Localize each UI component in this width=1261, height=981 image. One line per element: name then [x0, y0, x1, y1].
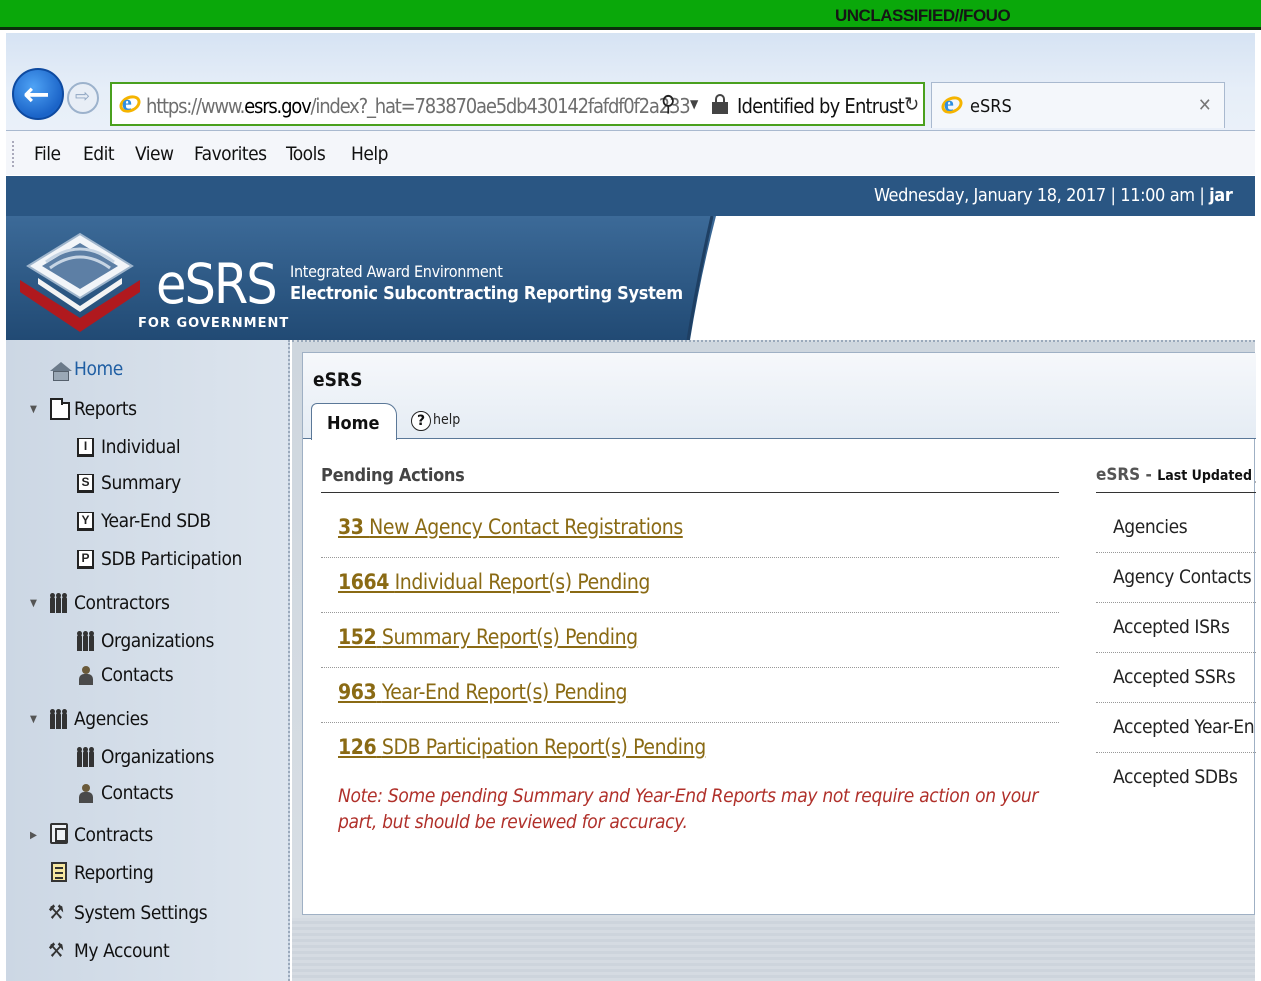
- stat-row: Accepted SSRs: [1096, 653, 1256, 703]
- menu-file[interactable]: File: [34, 143, 61, 165]
- individual-reports-link[interactable]: 1664 Individual Report(s) Pending: [338, 570, 650, 594]
- search-icon[interactable]: ⚲: [661, 92, 676, 117]
- organizations-icon: [77, 631, 94, 652]
- agency-registrations-link[interactable]: 33 New Agency Contact Registrations: [338, 515, 683, 539]
- menu-view[interactable]: View: [135, 143, 174, 165]
- menu-favorites[interactable]: Favorites: [194, 143, 267, 165]
- sidebar-nav: Home ▼ Reports I Individual S Summary Y …: [6, 340, 290, 981]
- back-arrow-icon: ←: [23, 75, 50, 113]
- home-icon: [50, 362, 72, 381]
- yearend-report-icon: Y: [77, 512, 94, 531]
- logo-wordmark: eSRS: [156, 252, 278, 316]
- expanded-arrow-icon[interactable]: ▼: [30, 404, 37, 415]
- organizations-icon: [77, 747, 94, 768]
- stat-row: Accepted Year-En: [1096, 703, 1256, 753]
- summary-reports-link[interactable]: 152 Summary Report(s) Pending: [338, 625, 638, 649]
- nav-agency-organizations[interactable]: Organizations: [101, 746, 214, 768]
- stat-row: Accepted ISRs: [1096, 603, 1256, 653]
- banner-line-2: Electronic Subcontracting Reporting Syst…: [290, 283, 683, 304]
- list-item: 152 Summary Report(s) Pending: [321, 613, 1059, 668]
- list-item: 33 New Agency Contact Registrations: [321, 503, 1059, 558]
- nav-contractor-organizations[interactable]: Organizations: [101, 630, 214, 652]
- banner-line-1: Integrated Award Environment: [290, 262, 503, 281]
- yearend-reports-link[interactable]: 963 Year-End Report(s) Pending: [338, 680, 628, 704]
- tab-title: eSRS: [970, 96, 1012, 117]
- menu-tools[interactable]: Tools: [286, 143, 326, 165]
- pending-actions-heading: Pending Actions: [321, 465, 1059, 493]
- main-bottom-pattern: [292, 918, 1255, 981]
- close-tab-icon[interactable]: ✕: [1198, 95, 1212, 116]
- help-icon: ?: [411, 411, 431, 431]
- summary-report-icon: S: [77, 474, 94, 493]
- expanded-arrow-icon[interactable]: ▼: [30, 714, 37, 725]
- reporting-icon: [51, 862, 67, 882]
- expanded-arrow-icon[interactable]: ▼: [30, 598, 37, 609]
- back-button[interactable]: ←: [12, 68, 64, 120]
- menubar-grip: [12, 141, 14, 167]
- tab-home[interactable]: Home: [311, 403, 397, 440]
- stat-row: Agency Contacts: [1096, 553, 1256, 603]
- site-identity[interactable]: Identified by Entrust: [737, 94, 905, 118]
- nav-agencies[interactable]: Agencies: [74, 708, 149, 730]
- nav-summary[interactable]: Summary: [101, 472, 181, 494]
- nav-reporting[interactable]: Reporting: [74, 862, 154, 884]
- pending-note: Note: Some pending Summary and Year-End …: [338, 785, 1039, 833]
- classification-label: UNCLASSIFIED//FOUO: [835, 6, 1011, 25]
- ie-page-icon: e: [116, 90, 144, 116]
- logo-subtitle: FOR GOVERNMENT: [138, 316, 290, 331]
- sdb-participation-icon: P: [77, 550, 94, 569]
- menu-edit[interactable]: Edit: [83, 143, 115, 165]
- forward-button[interactable]: ⇨: [67, 82, 99, 114]
- list-item: 963 Year-End Report(s) Pending: [321, 668, 1059, 723]
- nav-contracts[interactable]: Contracts: [74, 824, 153, 846]
- nav-contractor-contacts[interactable]: Contacts: [101, 664, 174, 686]
- menu-help[interactable]: Help: [351, 143, 388, 165]
- top-info-strip: Wednesday, January 18, 2017 | 11:00 am |…: [6, 176, 1255, 216]
- contact-icon: [79, 784, 93, 803]
- tools-icon: ⚒: [48, 938, 65, 962]
- address-bar[interactable]: e https://www.esrs.gov/index?_hat=783870…: [110, 82, 925, 126]
- date-time: Wednesday, January 18, 2017 | 11:00 am |…: [874, 185, 1233, 206]
- refresh-icon[interactable]: ↻: [904, 92, 919, 116]
- content-panel: eSRS Home ? help Pending Actions 33 New …: [302, 352, 1256, 915]
- menu-bar: File Edit View Favorites Tools Help: [6, 131, 1255, 175]
- forward-arrow-icon: ⇨: [75, 86, 91, 107]
- list-item: 126 SDB Participation Report(s) Pending: [321, 723, 1059, 778]
- site-banner: eSRS FOR GOVERNMENT Integrated Award Env…: [6, 216, 1255, 340]
- stat-row: Accepted SDBs: [1113, 766, 1238, 788]
- panel-header: eSRS Home ? help: [303, 353, 1256, 440]
- lock-icon[interactable]: [712, 94, 728, 114]
- contracts-icon: [50, 823, 68, 844]
- user-name[interactable]: jar: [1209, 185, 1233, 206]
- nav-my-account[interactable]: My Account: [74, 940, 170, 962]
- individual-report-icon: I: [77, 438, 94, 457]
- contact-icon: [79, 666, 93, 685]
- nav-agency-contacts[interactable]: Contacts: [101, 782, 174, 804]
- screen: UNCLASSIFIED//FOUO ← ⇨ e https://www.esr…: [0, 0, 1261, 981]
- nav-reports[interactable]: Reports: [74, 398, 137, 420]
- sdb-participation-link[interactable]: 126 SDB Participation Report(s) Pending: [338, 735, 706, 759]
- stat-row: Agencies: [1096, 503, 1256, 553]
- nav-individual[interactable]: Individual: [101, 436, 181, 458]
- folder-icon: [50, 398, 70, 420]
- stats-heading: eSRS - Last Updated J: [1096, 465, 1256, 493]
- people-icon: [50, 709, 67, 730]
- tab-ie-icon: e: [938, 91, 966, 117]
- classification-banner: UNCLASSIFIED//FOUO: [0, 0, 1261, 30]
- list-item: 1664 Individual Report(s) Pending: [321, 558, 1059, 613]
- nav-home[interactable]: Home: [74, 358, 123, 380]
- nav-sdb-participation[interactable]: SDB Participation: [101, 548, 242, 570]
- tools-icon: ⚒: [48, 900, 65, 924]
- people-icon: [50, 593, 67, 614]
- browser-tab[interactable]: e eSRS ✕: [931, 82, 1225, 128]
- nav-yearend-sdb[interactable]: Year-End SDB: [101, 510, 211, 532]
- collapsed-arrow-icon[interactable]: ▶: [30, 830, 37, 841]
- nav-system-settings[interactable]: System Settings: [74, 902, 208, 924]
- url-text[interactable]: https://www.esrs.gov/index?_hat=783870ae…: [146, 94, 691, 118]
- panel-title: eSRS: [313, 369, 363, 391]
- nav-contractors[interactable]: Contractors: [74, 592, 170, 614]
- dropdown-arrow-icon[interactable]: ▼: [690, 97, 698, 111]
